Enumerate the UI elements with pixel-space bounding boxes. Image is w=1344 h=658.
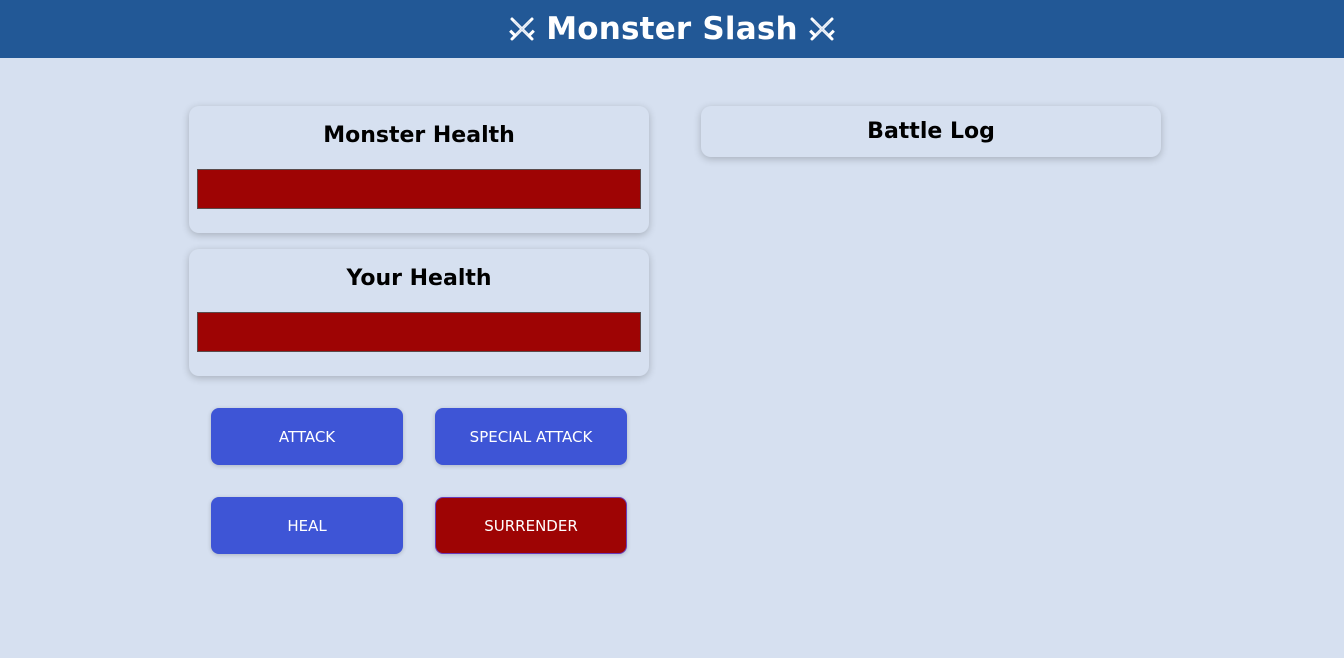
player-health-label: Your Health	[346, 266, 492, 291]
app-title: Monster Slash	[546, 11, 798, 47]
monster-health-bar	[197, 169, 641, 209]
app-header: Monster Slash	[0, 0, 1344, 58]
monster-health-label: Monster Health	[323, 123, 515, 148]
battle-log-title: Battle Log	[867, 119, 995, 144]
player-health-bar	[197, 312, 641, 352]
player-health-bar-fill	[198, 313, 640, 351]
attack-button[interactable]: ATTACK	[211, 408, 403, 465]
crossed-swords-icon	[509, 17, 536, 41]
monster-health-card: Monster Health	[189, 106, 649, 233]
surrender-button[interactable]: SURRENDER	[435, 497, 627, 554]
heal-button[interactable]: HEAL	[211, 497, 403, 554]
battle-log-card: Battle Log	[701, 106, 1161, 157]
header-title-group: Monster Slash	[508, 11, 836, 47]
special-attack-button[interactable]: SPECIAL ATTACK	[435, 408, 627, 465]
crossed-swords-icon	[808, 17, 835, 41]
player-health-card: Your Health	[189, 249, 649, 376]
monster-health-bar-fill	[198, 170, 640, 208]
